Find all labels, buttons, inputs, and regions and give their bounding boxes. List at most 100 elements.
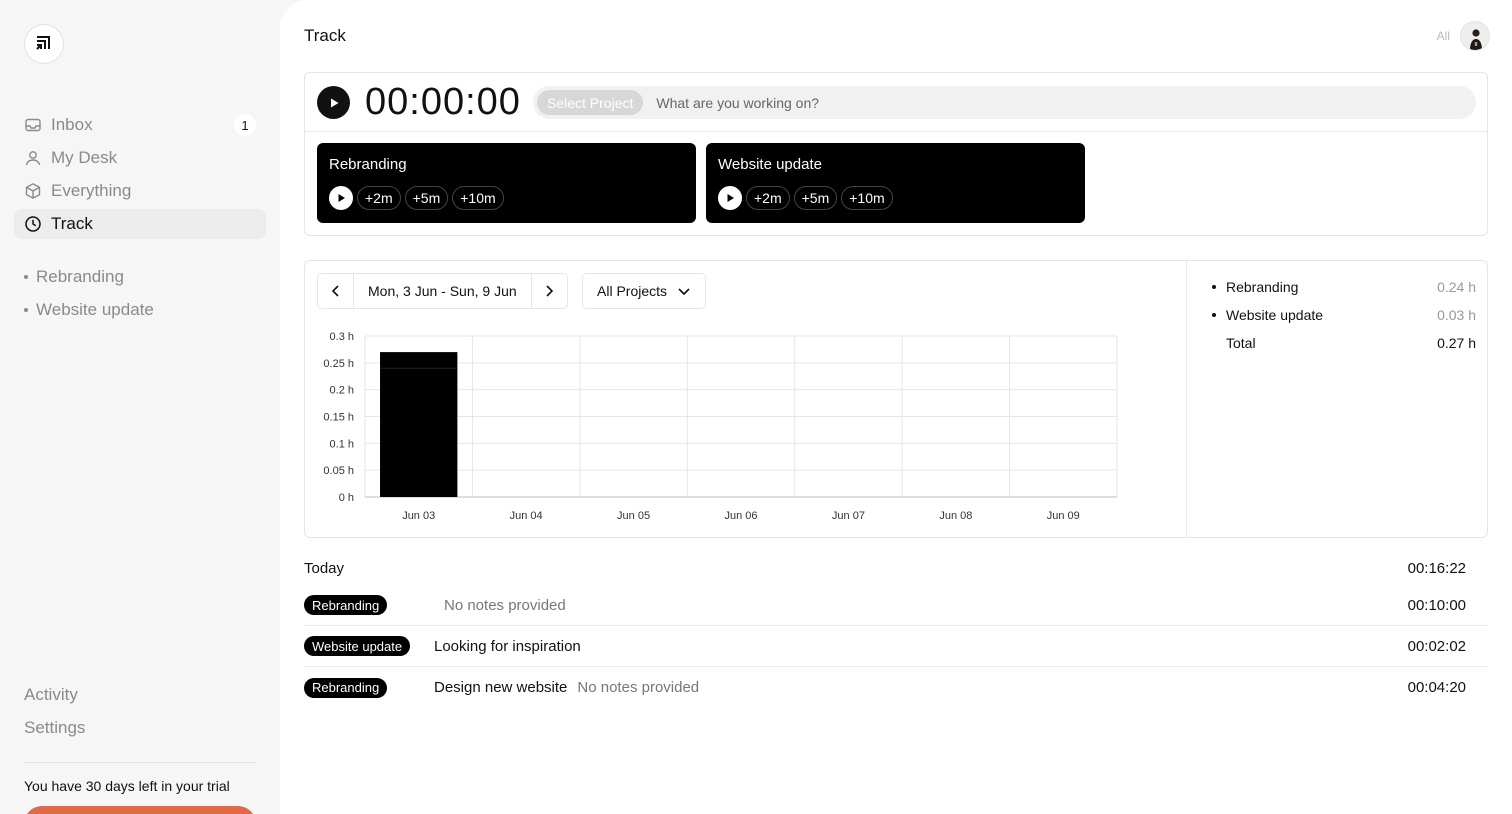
y-tick-label: 0.3 h bbox=[330, 331, 354, 343]
project-filter-dropdown[interactable]: All Projects bbox=[582, 273, 707, 309]
sidebar-item-my-desk[interactable]: My Desk bbox=[14, 143, 266, 173]
start-timer-button[interactable] bbox=[317, 86, 350, 119]
time-entry-row[interactable]: Rebranding Design new website No notes p… bbox=[304, 667, 1488, 708]
x-tick-label: Jun 05 bbox=[617, 510, 650, 522]
legend-name: Rebranding bbox=[1226, 279, 1299, 295]
sidebar-item-everything[interactable]: Everything bbox=[14, 176, 266, 206]
date-range-label[interactable]: Mon, 3 Jun - Sun, 9 Jun bbox=[353, 274, 532, 308]
bullet-icon bbox=[24, 307, 28, 312]
entry-duration: 00:02:02 bbox=[1407, 637, 1466, 655]
timer-display: 00:00:00 bbox=[365, 81, 521, 123]
sidebar-item-inbox[interactable]: Inbox 1 bbox=[14, 110, 266, 140]
project-tag[interactable]: Website update bbox=[304, 636, 411, 656]
quick-card-controls: +2m +5m +10m bbox=[718, 186, 893, 210]
entry-description: Design new website bbox=[434, 679, 568, 696]
entry-text: No notes provided bbox=[434, 597, 566, 614]
bullet-icon bbox=[1212, 313, 1216, 317]
select-project-button[interactable]: Select Project bbox=[537, 90, 644, 115]
sidebar-project-website-update[interactable]: Website update bbox=[24, 293, 154, 326]
y-tick-label: 0.05 h bbox=[323, 465, 354, 477]
work-description-input[interactable]: Select Project What are you working on? bbox=[533, 86, 1476, 119]
add-10m-button[interactable]: +10m bbox=[452, 186, 504, 210]
project-filter-value: All Projects bbox=[597, 283, 668, 299]
main-panel: Track All 00:00:00 Select Project What a… bbox=[280, 0, 1512, 814]
quick-card-website-update: Website update +2m +5m +10m bbox=[706, 143, 1085, 223]
chart-legend: Rebranding 0.24 h Website update 0.03 h … bbox=[1200, 273, 1476, 357]
bullet-icon bbox=[1212, 285, 1216, 289]
clock-icon bbox=[24, 215, 42, 233]
y-tick-label: 0 h bbox=[339, 492, 354, 504]
today-total: 00:16:22 bbox=[1407, 560, 1466, 577]
project-tag[interactable]: Rebranding bbox=[304, 677, 388, 698]
legend-row: Website update 0.03 h bbox=[1200, 301, 1476, 329]
today-label: Today bbox=[304, 560, 345, 577]
add-5m-button[interactable]: +5m bbox=[404, 186, 449, 210]
sidebar-item-settings[interactable]: Settings bbox=[24, 718, 85, 751]
entry-text: Looking for inspiration bbox=[434, 638, 591, 655]
time-entry-row[interactable]: Rebranding No notes provided 00:10:00 bbox=[304, 585, 1488, 626]
project-label: Rebranding bbox=[36, 266, 124, 286]
x-tick-label: Jun 07 bbox=[832, 510, 865, 522]
entry-duration: 00:04:20 bbox=[1407, 679, 1466, 696]
entry-description: Looking for inspiration bbox=[434, 637, 581, 655]
sidebar-projects: Rebranding Website update bbox=[24, 260, 154, 326]
report-card: Mon, 3 Jun - Sun, 9 Jun All Projects 0 h… bbox=[304, 260, 1488, 538]
y-tick-label: 0.25 h bbox=[323, 358, 354, 370]
upgrade-button[interactable] bbox=[24, 806, 256, 814]
previous-week-button[interactable] bbox=[318, 274, 353, 308]
bullet-icon bbox=[24, 274, 28, 279]
legend-row: Rebranding 0.24 h bbox=[1200, 273, 1476, 301]
add-5m-button[interactable]: +5m bbox=[793, 186, 838, 210]
y-tick-label: 0.1 h bbox=[330, 438, 354, 450]
time-entries: Rebranding No notes provided 00:10:00 We… bbox=[304, 585, 1488, 708]
filter-all[interactable]: All bbox=[1437, 29, 1450, 43]
user-avatar-icon bbox=[1461, 22, 1489, 50]
play-icon bbox=[727, 194, 734, 202]
play-icon bbox=[338, 194, 345, 202]
quick-play-button[interactable] bbox=[329, 186, 353, 210]
entry-note: No notes provided bbox=[577, 679, 700, 696]
quick-play-button[interactable] bbox=[718, 186, 742, 210]
sidebar-bottom: Activity Settings bbox=[24, 685, 85, 751]
date-navigator: Mon, 3 Jun - Sun, 9 Jun bbox=[317, 273, 568, 309]
user-icon bbox=[24, 149, 42, 167]
entry-duration: 00:10:00 bbox=[1407, 596, 1466, 614]
add-2m-button[interactable]: +2m bbox=[746, 186, 790, 210]
quick-card-title: Website update bbox=[718, 156, 822, 173]
sidebar-item-label: My Desk bbox=[51, 148, 118, 167]
x-tick-label: Jun 09 bbox=[1047, 510, 1080, 522]
sidebar-project-rebranding[interactable]: Rebranding bbox=[24, 260, 154, 293]
sidebar: Inbox 1 My Desk Everything Track Rebrand… bbox=[0, 0, 280, 814]
legend-total-value: 0.27 h bbox=[1437, 335, 1476, 351]
x-tick-label: Jun 06 bbox=[724, 510, 757, 522]
legend-value: 0.03 h bbox=[1437, 307, 1476, 323]
x-tick-label: Jun 04 bbox=[510, 510, 543, 522]
logo-icon bbox=[36, 36, 50, 50]
inbox-icon bbox=[24, 116, 42, 134]
chevron-right-icon bbox=[546, 285, 554, 297]
quick-card-title: Rebranding bbox=[329, 156, 407, 173]
avatar[interactable] bbox=[1460, 21, 1490, 51]
x-tick-label: Jun 03 bbox=[402, 510, 435, 522]
sidebar-item-track[interactable]: Track bbox=[14, 209, 266, 239]
app-logo[interactable] bbox=[24, 24, 64, 64]
entry-note: No notes provided bbox=[444, 596, 566, 614]
bar bbox=[380, 352, 458, 369]
quick-start-cards: Rebranding +2m +5m +10m Website update +… bbox=[317, 143, 1085, 223]
quick-card-controls: +2m +5m +10m bbox=[329, 186, 504, 210]
legend-value: 0.24 h bbox=[1437, 279, 1476, 295]
project-tag[interactable]: Rebranding bbox=[304, 595, 388, 615]
trial-notice: You have 30 days left in your trial bbox=[24, 778, 230, 794]
work-description-placeholder: What are you working on? bbox=[656, 94, 820, 111]
play-icon bbox=[330, 98, 338, 107]
weekly-bar-chart: 0 h 0.05 h 0.1 h 0.15 h 0.2 h 0.25 h 0.3 h Jun … bbox=[323, 331, 1118, 522]
timer-row: 00:00:00 Select Project What are you wor… bbox=[305, 73, 1487, 132]
sidebar-item-activity[interactable]: Activity bbox=[24, 685, 85, 718]
x-tick-label: Jun 08 bbox=[939, 510, 972, 522]
sidebar-divider bbox=[24, 762, 256, 763]
add-10m-button[interactable]: +10m bbox=[841, 186, 893, 210]
legend-total-label: Total bbox=[1226, 335, 1256, 351]
time-entry-row[interactable]: Website update Looking for inspiration 0… bbox=[304, 626, 1488, 667]
next-week-button[interactable] bbox=[532, 274, 567, 308]
add-2m-button[interactable]: +2m bbox=[357, 186, 401, 210]
